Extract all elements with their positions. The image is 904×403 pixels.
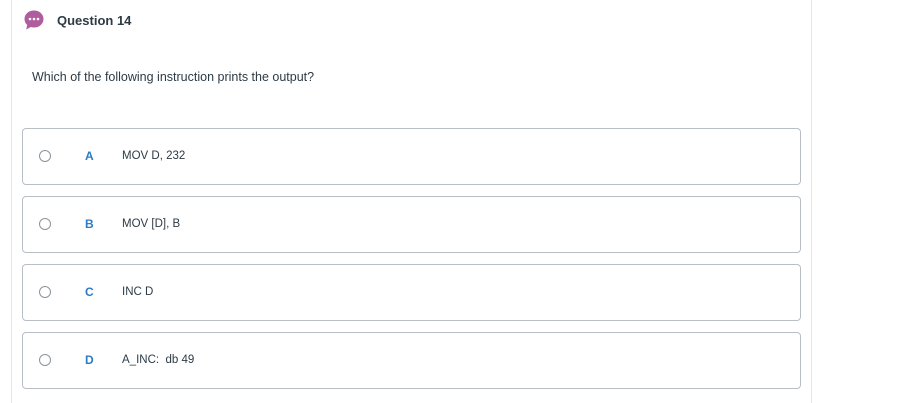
question-header: Question 14	[23, 9, 131, 31]
chat-bubble-icon	[24, 10, 44, 30]
option-c[interactable]: C INC D	[22, 264, 801, 321]
radio-button-c[interactable]	[39, 286, 51, 298]
question-title: Question 14	[57, 12, 132, 28]
option-letter: C	[85, 285, 94, 299]
option-b[interactable]: B MOV [D], B	[22, 196, 801, 253]
question-card: Question 14 Which of the following instr…	[11, 0, 812, 403]
page: Question 14 Which of the following instr…	[0, 0, 904, 403]
option-text: MOV D, 232	[122, 150, 186, 162]
radio-button-a[interactable]	[39, 150, 51, 162]
option-a[interactable]: A MOV D, 232	[22, 128, 801, 185]
option-text: MOV [D], B	[122, 218, 181, 230]
option-letter: B	[85, 217, 94, 231]
radio-button-d[interactable]	[39, 354, 51, 366]
option-text: INC D	[122, 286, 154, 298]
option-letter: A	[85, 149, 94, 163]
option-letter: D	[85, 353, 94, 367]
option-text: A_INC: db 49	[122, 354, 195, 366]
option-d[interactable]: D A_INC: db 49	[22, 332, 801, 389]
radio-button-b[interactable]	[39, 218, 51, 230]
question-prompt: Which of the following instruction print…	[32, 70, 315, 84]
